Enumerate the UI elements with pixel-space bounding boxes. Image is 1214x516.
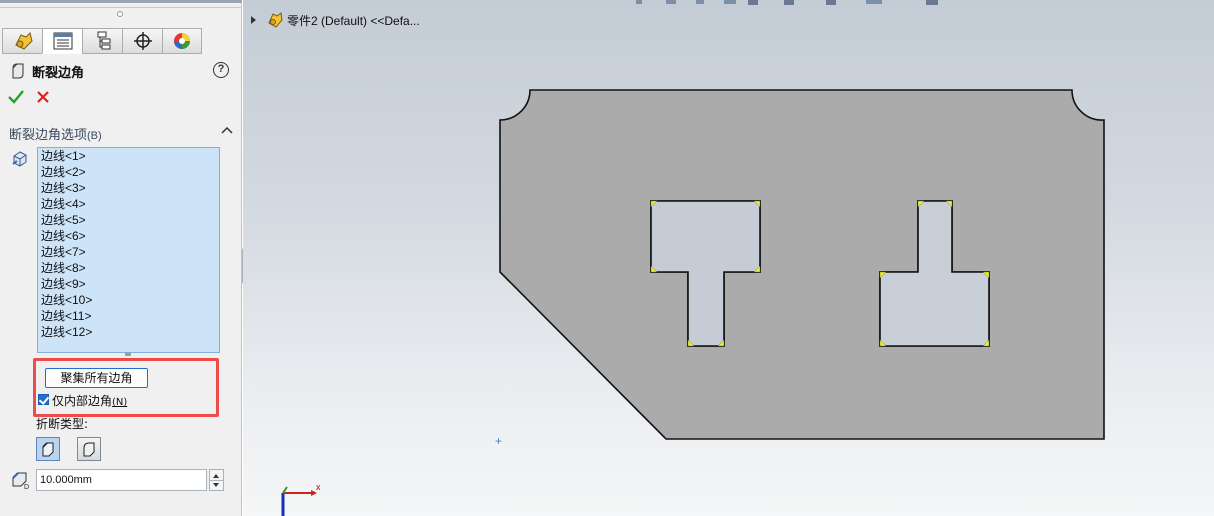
list-item[interactable]: 边线<8> (41, 260, 219, 276)
section-shortcut: (B) (87, 130, 102, 142)
break-type-label: 折断类型: (36, 417, 89, 431)
x-axis-label: x (316, 482, 321, 492)
collect-all-corners-button[interactable]: 聚集所有边角 (45, 368, 148, 388)
list-item[interactable]: 边线<2> (41, 164, 219, 180)
close-icon (37, 91, 49, 103)
spin-up-icon[interactable] (213, 474, 219, 478)
featuremanager-tab[interactable] (2, 28, 42, 54)
property-manager-panel: 断裂边角 ? 断裂边角选项(B) 边线<1> 边线<2> 边线<3> 边线<4>… (0, 0, 242, 516)
section-header[interactable]: 断裂边角选项(B) (9, 124, 235, 142)
distance-input[interactable] (36, 469, 207, 491)
featuremanager-icon (14, 32, 33, 50)
panel-grip-dot[interactable] (117, 11, 123, 17)
list-item[interactable]: 边线<1> (41, 148, 219, 164)
sheet-metal-part[interactable] (499, 89, 1105, 440)
fillet-type-button[interactable] (77, 437, 101, 461)
list-item[interactable]: 边线<11> (41, 308, 219, 324)
internal-corners-only-shortcut: (N) (112, 397, 128, 408)
cancel-button[interactable] (34, 88, 52, 106)
list-item[interactable]: 边线<4> (41, 196, 219, 212)
list-item[interactable]: 边线<5> (41, 212, 219, 228)
chamfer-type-button[interactable] (36, 437, 60, 461)
graphics-area[interactable]: 零件2 (Default) <<Defa... + x (243, 0, 1214, 516)
internal-corners-only-text: 仅内部边角 (52, 394, 113, 408)
dimxpert-icon (133, 32, 152, 50)
feature-title: 断裂边角 (10, 62, 84, 80)
internal-corners-only-label[interactable]: 仅内部边角(N) (52, 392, 127, 409)
list-resize-handle[interactable] (125, 352, 131, 356)
panel-tabs (2, 28, 202, 54)
ok-button[interactable] (7, 88, 25, 106)
displaymanager-tab[interactable] (162, 28, 202, 54)
coordinate-triad (281, 486, 317, 516)
checkmark-icon (8, 90, 24, 104)
list-item[interactable]: 边线<3> (41, 180, 219, 196)
list-item[interactable]: 边线<6> (41, 228, 219, 244)
panel-top-grip[interactable] (0, 0, 242, 8)
distance-spinner[interactable] (209, 469, 224, 491)
list-item[interactable]: 边线<10> (41, 292, 219, 308)
section-title: 断裂边角选项 (9, 127, 88, 142)
feature-title-text: 断裂边角 (32, 64, 85, 80)
spin-down-icon[interactable] (213, 483, 219, 487)
collapse-caret-icon[interactable] (220, 124, 234, 136)
help-icon[interactable]: ? (213, 62, 229, 78)
propertymanager-icon (53, 32, 72, 50)
chamfer-icon (42, 442, 54, 457)
configurationmanager-tab[interactable] (82, 28, 122, 54)
internal-corners-only-checkbox[interactable] (38, 394, 49, 405)
break-corner-icon (12, 63, 24, 79)
list-item[interactable]: 边线<9> (41, 276, 219, 292)
dimxpert-tab[interactable] (122, 28, 162, 54)
configurationmanager-icon (97, 31, 110, 50)
displaymanager-icon (174, 33, 190, 49)
fillet-icon (83, 442, 95, 457)
part-drawing[interactable] (243, 0, 1214, 516)
propertymanager-tab[interactable] (42, 28, 82, 54)
list-item[interactable]: 边线<12> (41, 324, 219, 340)
edge-selection-list[interactable]: 边线<1> 边线<2> 边线<3> 边线<4> 边线<5> 边线<6> 边线<7… (37, 147, 220, 353)
distance-icon: D (12, 472, 29, 490)
edge-selection-icon (12, 151, 27, 167)
svg-text:D: D (24, 484, 29, 490)
list-item[interactable]: 边线<7> (41, 244, 219, 260)
origin-marker: + (495, 434, 503, 448)
